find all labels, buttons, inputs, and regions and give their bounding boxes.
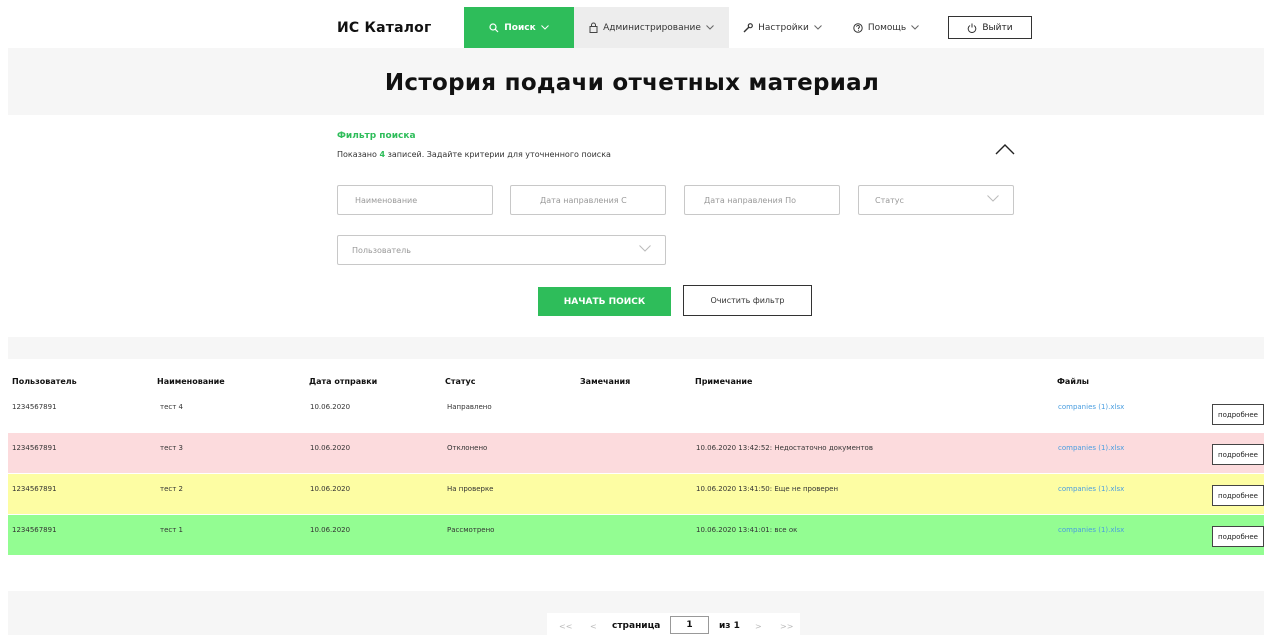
- next-page-button[interactable]: >: [755, 622, 762, 631]
- cell-user: 1234567891: [12, 526, 57, 534]
- filter-info-suffix: записей. Задайте критерии для уточненног…: [387, 150, 611, 159]
- file-link[interactable]: companies (1).xlsx: [1058, 526, 1124, 534]
- header-files: Файлы: [1057, 377, 1090, 386]
- logout-button[interactable]: Выйти: [948, 16, 1032, 39]
- header-status: Статус: [445, 377, 476, 386]
- cell-status: Направлено: [447, 403, 492, 411]
- header-user: Пользователь: [12, 377, 77, 386]
- more-button[interactable]: подробнее: [1212, 485, 1264, 506]
- table-row: 1234567891 тест 4 10.06.2020 Направлено …: [8, 397, 1264, 437]
- page-title: История подачи отчетных материал: [384, 70, 880, 96]
- search-icon: [489, 22, 499, 33]
- nav-search-menu[interactable]: Поиск: [464, 7, 574, 48]
- table-row: 1234567891 тест 2 10.06.2020 На проверке…: [8, 474, 1264, 514]
- wrench-icon: [743, 22, 753, 33]
- cell-note: 10.06.2020 13:41:50: Еще не проверен: [696, 485, 839, 493]
- cell-name: тест 1: [160, 526, 183, 534]
- cell-date: 10.06.2020: [310, 485, 351, 493]
- date-to-placeholder: Дата направления По: [704, 195, 797, 205]
- more-button[interactable]: подробнее: [1212, 404, 1264, 425]
- brand-logo[interactable]: ИС Каталог: [337, 20, 432, 36]
- filter-info-prefix: Показано: [337, 150, 377, 159]
- top-navbar: ИС Каталог Поиск Администрирование Настр…: [0, 0, 1264, 48]
- cell-note: 10.06.2020 13:42:52: Недостаточно докуме…: [696, 444, 873, 452]
- page-number-input[interactable]: 1: [670, 616, 709, 634]
- status-select[interactable]: Статус: [858, 185, 1014, 215]
- nav-settings-label: Настройки: [758, 22, 809, 33]
- separator-band: [8, 337, 1264, 359]
- cell-date: 10.06.2020: [310, 444, 351, 452]
- records-count: 4: [379, 150, 386, 159]
- cell-date: 10.06.2020: [310, 526, 351, 534]
- help-icon: [853, 22, 863, 33]
- cell-user: 1234567891: [12, 403, 57, 411]
- chevron-down-icon: [639, 245, 651, 254]
- chevron-down-icon: [706, 25, 714, 30]
- name-field-placeholder: Наименование: [355, 195, 418, 205]
- user-placeholder: Пользователь: [352, 245, 411, 255]
- cell-date: 10.06.2020: [310, 403, 351, 411]
- first-page-button[interactable]: <<: [559, 622, 572, 631]
- chevron-up-icon[interactable]: [995, 140, 1015, 156]
- cell-status: Рассмотрено: [447, 526, 495, 534]
- status-placeholder: Статус: [875, 195, 904, 205]
- nav-search-label: Поиск: [504, 22, 536, 33]
- prev-page-button[interactable]: <: [590, 622, 597, 631]
- header-name: Наименование: [157, 377, 225, 386]
- more-button[interactable]: подробнее: [1212, 444, 1264, 465]
- date-to-field[interactable]: Дата направления По: [684, 185, 840, 215]
- header-remarks: Замечания: [580, 377, 631, 386]
- cell-name: тест 2: [160, 485, 183, 493]
- cell-status: На проверке: [447, 485, 494, 493]
- page-label: страница: [612, 621, 661, 631]
- clear-filter-button[interactable]: Очистить фильтр: [683, 285, 812, 316]
- header-note: Примечание: [695, 377, 753, 386]
- file-link[interactable]: companies (1).xlsx: [1058, 485, 1124, 493]
- nav-admin-label: Администрирование: [603, 22, 701, 33]
- date-from-placeholder: Дата направления С: [540, 195, 627, 205]
- chevron-down-icon: [814, 25, 822, 30]
- file-link[interactable]: companies (1).xlsx: [1058, 403, 1124, 411]
- nav-admin-menu[interactable]: Администрирование: [574, 7, 729, 48]
- name-field[interactable]: Наименование: [337, 185, 493, 215]
- filter-title: Фильтр поиска: [337, 131, 416, 141]
- cell-name: тест 4: [160, 403, 183, 411]
- cell-name: тест 3: [160, 444, 183, 452]
- nav-help-label: Помощь: [867, 22, 907, 33]
- cell-status: Отклонено: [447, 444, 488, 452]
- user-select[interactable]: Пользователь: [337, 235, 666, 265]
- chevron-down-icon: [540, 25, 549, 30]
- table-row: 1234567891 тест 1 10.06.2020 Рассмотрено…: [8, 515, 1264, 555]
- cell-note: 10.06.2020 13:41:01: все ок: [696, 526, 798, 534]
- last-page-button[interactable]: >>: [780, 622, 793, 631]
- lock-icon: [589, 22, 598, 33]
- file-link[interactable]: companies (1).xlsx: [1058, 444, 1124, 452]
- table-row: 1234567891 тест 3 10.06.2020 Отклонено 1…: [8, 433, 1264, 473]
- more-button[interactable]: подробнее: [1212, 526, 1264, 547]
- nav-settings-menu[interactable]: Настройки: [729, 7, 836, 48]
- start-search-button[interactable]: НАЧАТЬ ПОИСК: [538, 287, 671, 316]
- chevron-down-icon: [911, 25, 920, 30]
- cell-user: 1234567891: [12, 444, 57, 452]
- filter-info: Показано 4 записей. Задайте критерии для…: [337, 150, 611, 159]
- cell-user: 1234567891: [12, 485, 57, 493]
- date-from-field[interactable]: Дата направления С: [510, 185, 666, 215]
- power-icon: [967, 23, 977, 33]
- header-date: Дата отправки: [309, 377, 378, 386]
- chevron-down-icon: [987, 195, 999, 204]
- nav-help-menu[interactable]: Помощь: [836, 7, 936, 48]
- page-total-label: из 1: [719, 621, 740, 631]
- logout-label: Выйти: [982, 22, 1013, 33]
